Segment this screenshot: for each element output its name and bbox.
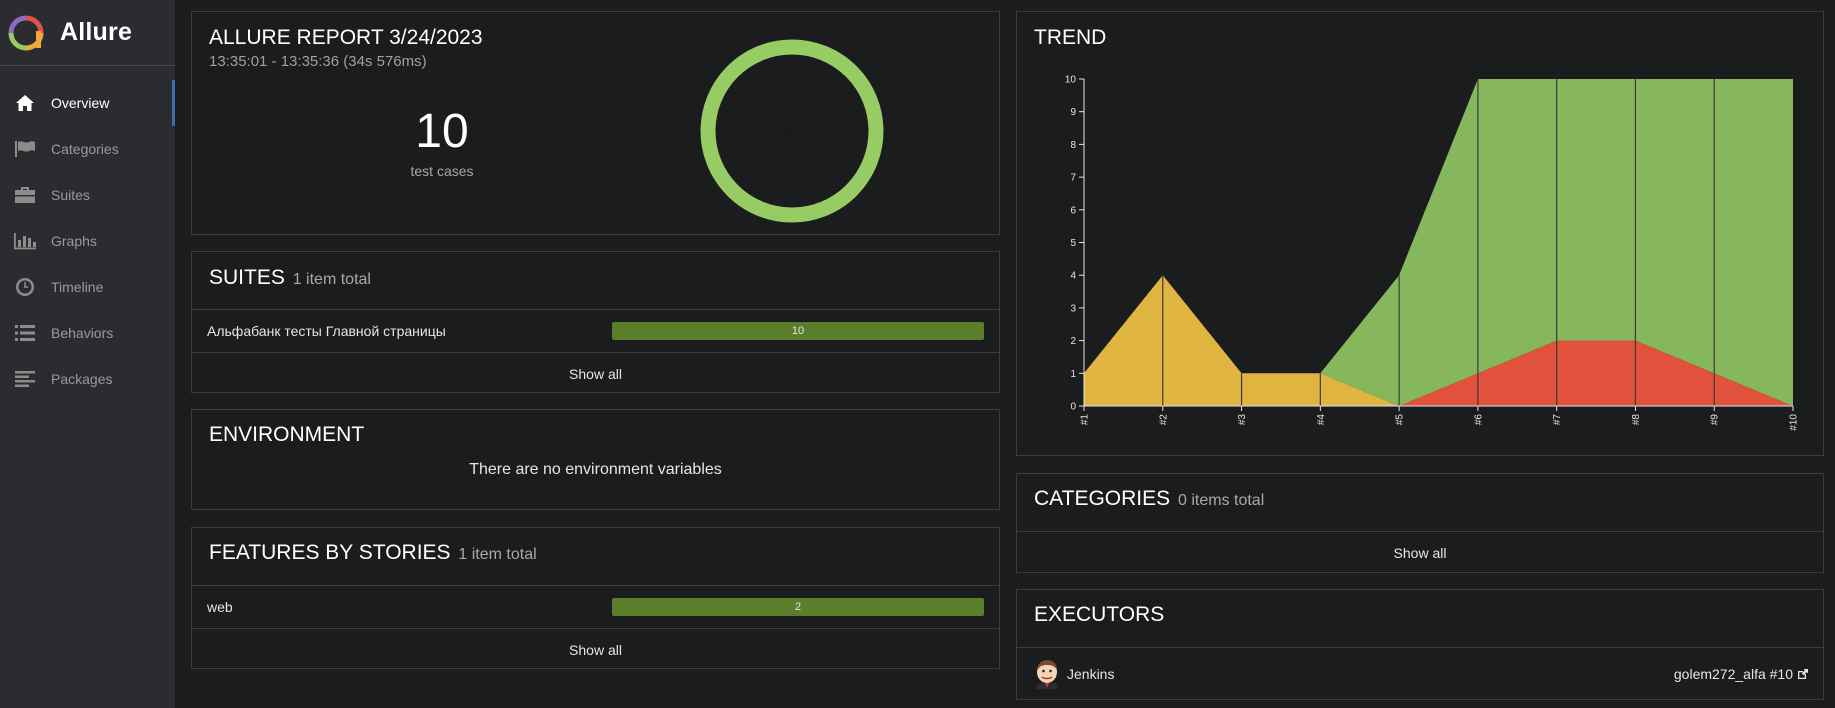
app-name: Allure [60, 18, 133, 46]
clock-icon [13, 277, 37, 297]
brand[interactable]: Allure [0, 0, 175, 66]
trend-x-tick-label: #1 [1080, 414, 1091, 426]
sidebar-item-label: Suites [51, 187, 90, 203]
sidebar-nav: Overview Categories Suites Graphs Timeli… [0, 80, 175, 402]
test-case-label: test cases [410, 163, 474, 179]
trend-x-tick-label: #7 [1552, 414, 1563, 426]
features-show-all-button[interactable]: Show all [192, 629, 999, 670]
jenkins-icon [1036, 660, 1058, 689]
suite-name: Альфабанк тесты Главной страницы [207, 323, 446, 339]
suites-show-all-button[interactable]: Show all [192, 353, 999, 394]
report-time: 13:35:01 - 13:35:36 (34s 576ms) [209, 53, 427, 70]
executor-name: Jenkins [1067, 666, 1115, 682]
trend-y-tick-label: 0 [1070, 402, 1076, 413]
flag-icon [13, 139, 37, 159]
executors-widget: EXECUTORS Jenkins golem272_alfa #10 [1016, 589, 1824, 700]
sidebar-item-timeline[interactable]: Timeline [0, 264, 175, 310]
list-icon [13, 323, 37, 343]
trend-y-tick-label: 1 [1070, 369, 1076, 380]
sidebar-item-label: Overview [51, 95, 110, 111]
trend-y-tick-label: 3 [1070, 303, 1076, 314]
summary-widget: ALLURE REPORT 3/24/2023 13:35:01 - 13:35… [191, 11, 1000, 235]
suites-widget: SUITES 1 item total Альфабанк тесты Глав… [191, 251, 1000, 393]
sidebar-item-categories[interactable]: Categories [0, 126, 175, 172]
trend-y-tick-label: 6 [1070, 205, 1076, 216]
test-case-count: 10 [415, 105, 469, 158]
align-left-icon [13, 369, 37, 389]
environment-title: ENVIRONMENT [209, 423, 365, 446]
categories-widget: CATEGORIES 0 items total Show all [1016, 473, 1824, 573]
trend-x-tick-label: #9 [1710, 414, 1721, 426]
sidebar-item-overview[interactable]: Overview [0, 80, 175, 126]
features-subtitle: 1 item total [458, 546, 537, 563]
categories-show-all-button[interactable]: Show all [1017, 532, 1823, 573]
success-rate-donut[interactable]: 100% [697, 36, 887, 226]
sidebar-item-behaviors[interactable]: Behaviors [0, 310, 175, 356]
executors-title: EXECUTORS [1034, 603, 1165, 626]
trend-x-tick-label: #10 [1789, 414, 1800, 431]
trend-x-tick-label: #5 [1395, 414, 1406, 426]
trend-x-tick-label: #2 [1158, 414, 1169, 426]
suites-title: SUITES 1 item total [209, 266, 371, 289]
briefcase-icon [13, 185, 37, 205]
trend-y-tick-label: 7 [1070, 173, 1076, 184]
trend-y-tick-label: 5 [1070, 238, 1076, 249]
feature-name: web [207, 599, 233, 615]
environment-empty-message: There are no environment variables [469, 461, 722, 478]
features-title: FEATURES BY STORIES 1 item total [209, 541, 537, 564]
feature-status-bar: 2 [612, 598, 984, 616]
trend-y-tick-label: 4 [1070, 271, 1076, 282]
sidebar-item-label: Graphs [51, 233, 97, 249]
donut-percent: 100% [754, 116, 831, 149]
table-row[interactable]: Альфабанк тесты Главной страницы 10 [192, 310, 999, 352]
trend-y-tick-label: 10 [1065, 75, 1077, 86]
trend-x-tick-label: #4 [1316, 414, 1327, 426]
sidebar-item-label: Categories [51, 141, 119, 157]
sidebar-item-packages[interactable]: Packages [0, 356, 175, 402]
table-row[interactable]: web 2 [192, 586, 999, 628]
home-icon [13, 93, 37, 113]
sidebar-item-label: Packages [51, 371, 113, 387]
trend-widget: TREND 0 1 2 3 4 5 6 7 8 9 10 #1 #2 #3 #4 #5 #6 #7 #8 #9 #10 [1016, 11, 1824, 456]
trend-chart[interactable]: 0 1 2 3 4 5 6 7 8 9 10 #1 #2 #3 #4 #5 #6 #7 #8 #9 #10 [1017, 12, 1823, 455]
suites-subtitle: 1 item total [292, 271, 371, 288]
features-widget: FEATURES BY STORIES 1 item total web 2 S… [191, 527, 1000, 669]
executor-row: Jenkins golem272_alfa #10 [1017, 648, 1823, 700]
trend-x-tick-label: #6 [1473, 414, 1484, 426]
categories-subtitle: 0 items total [1177, 492, 1265, 509]
suite-status-bar: 10 [612, 322, 984, 340]
bar-chart-icon [13, 231, 37, 251]
allure-logo [8, 15, 44, 50]
categories-title: CATEGORIES 0 items total [1034, 487, 1265, 510]
environment-widget: ENVIRONMENT There are no environment var… [191, 409, 1000, 510]
sidebar: Allure Overview Categories Suites Graphs [0, 0, 175, 708]
external-link-icon [1798, 669, 1808, 679]
sidebar-item-graphs[interactable]: Graphs [0, 218, 175, 264]
trend-x-tick-label: #8 [1631, 414, 1642, 426]
trend-y-tick-label: 9 [1070, 107, 1076, 118]
sidebar-item-label: Timeline [51, 279, 104, 295]
report-title: ALLURE REPORT 3/24/2023 [209, 26, 483, 49]
trend-y-tick-label: 2 [1070, 336, 1076, 347]
trend-y-tick-label: 8 [1070, 140, 1076, 151]
executor-build-link[interactable]: golem272_alfa #10 [1674, 666, 1809, 682]
trend-x-tick-label: #3 [1237, 414, 1248, 426]
sidebar-item-label: Behaviors [51, 325, 114, 341]
sidebar-item-suites[interactable]: Suites [0, 172, 175, 218]
